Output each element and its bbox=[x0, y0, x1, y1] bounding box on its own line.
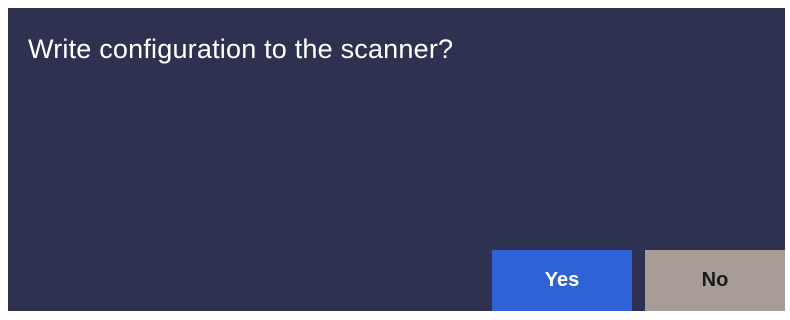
confirm-dialog: Write configuration to the scanner? Yes … bbox=[8, 8, 785, 311]
dialog-message: Write configuration to the scanner? bbox=[28, 34, 454, 64]
yes-button[interactable]: Yes bbox=[492, 250, 632, 311]
dialog-actions: Yes No bbox=[8, 250, 785, 311]
no-button[interactable]: No bbox=[645, 250, 785, 311]
